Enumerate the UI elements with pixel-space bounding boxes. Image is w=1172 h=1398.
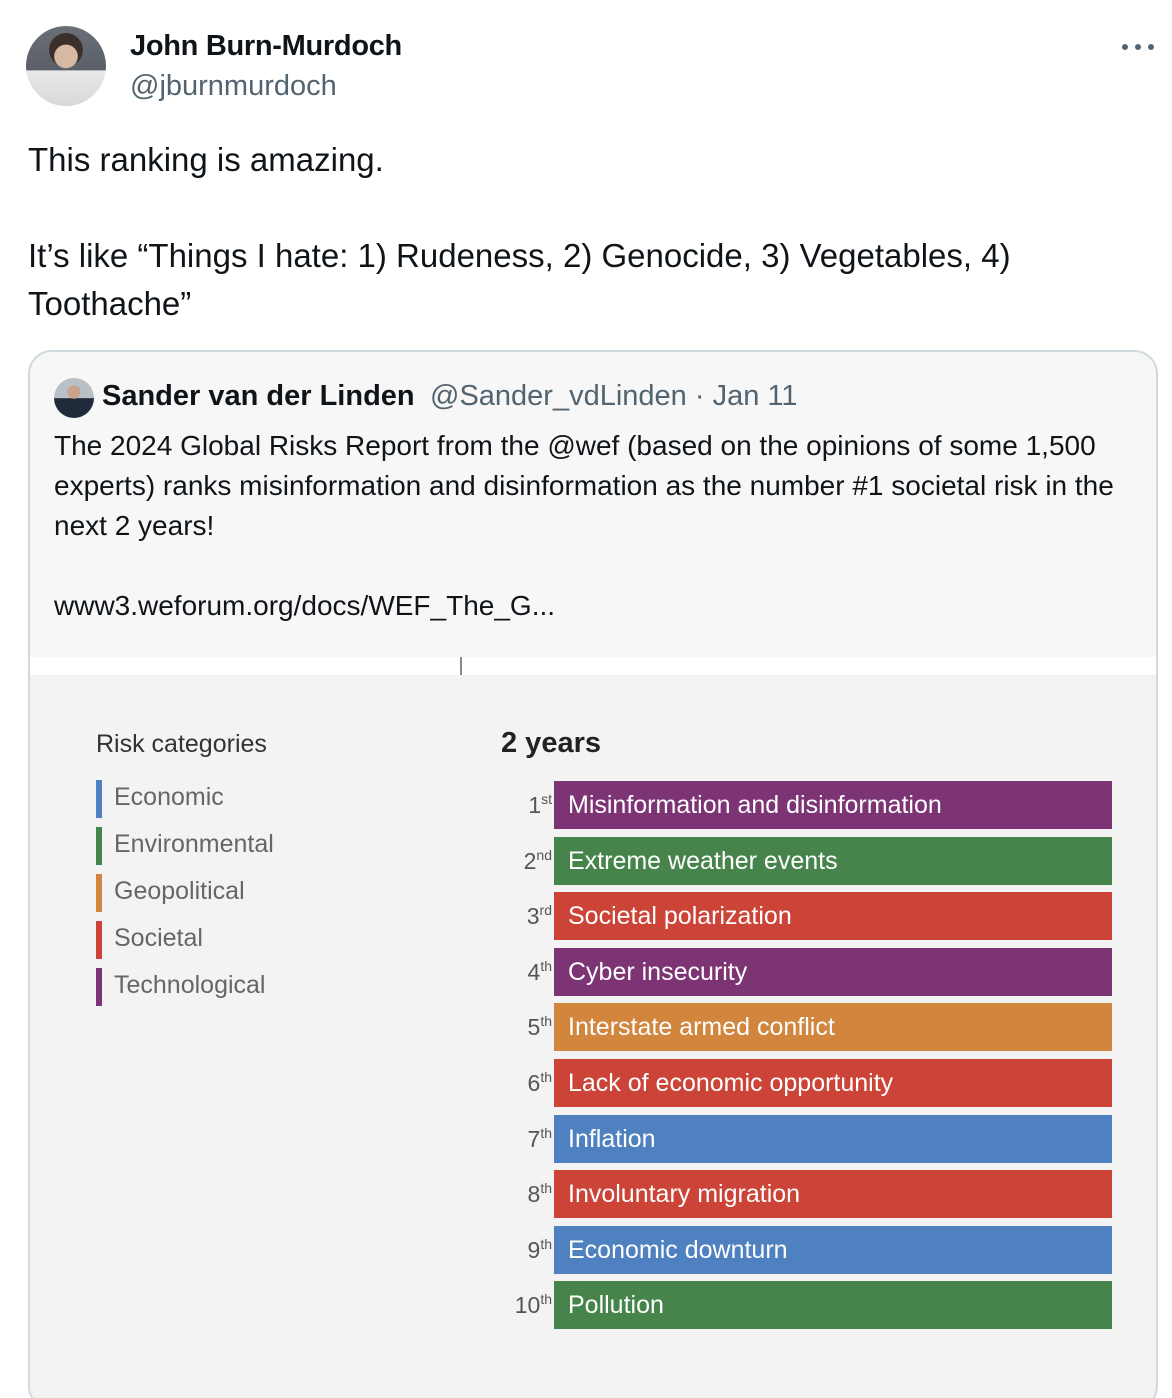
rank-bar: Misinformation and disinformation bbox=[554, 781, 1112, 829]
rank-row: 3rd Societal polarization bbox=[480, 892, 1140, 941]
rank-row: 8th Involuntary migration bbox=[480, 1170, 1140, 1219]
rank-number-value: 1 bbox=[528, 792, 542, 818]
rank-label: Cyber insecurity bbox=[568, 957, 748, 986]
quoted-tweet-text: The 2024 Global Risks Report from the @w… bbox=[54, 430, 1114, 621]
author-handle[interactable]: @jburnmurdoch bbox=[130, 70, 337, 103]
rank-number-suffix: nd bbox=[536, 846, 552, 863]
rank-label: Societal polarization bbox=[568, 902, 792, 931]
rank-label: Interstate armed conflict bbox=[568, 1013, 835, 1042]
rank-row: 10th Pollution bbox=[480, 1281, 1140, 1330]
rank-number: 3rd bbox=[527, 902, 552, 930]
rank-number-value: 3 bbox=[526, 903, 540, 930]
rank-bar: Inflation bbox=[554, 1114, 1112, 1163]
rank-bar: Extreme weather events bbox=[554, 836, 1112, 885]
rank-number: 2nd bbox=[524, 847, 552, 875]
quoted-author-avatar bbox=[54, 378, 94, 418]
quoted-author-meta: @Sander_vdLinden · Jan 11 bbox=[430, 380, 798, 412]
rank-bar: Involuntary migration bbox=[554, 1170, 1112, 1219]
rank-number-suffix: st bbox=[541, 791, 552, 807]
rank-bar: Cyber insecurity bbox=[554, 947, 1112, 996]
report-image[interactable]: Risk categories Economic Environmental Geo… bbox=[30, 657, 1156, 1398]
rank-label: Lack of economic opportunity bbox=[568, 1069, 894, 1097]
rank-row: 2nd Extreme weather events bbox=[480, 836, 1140, 885]
legend-label: Geopolitical bbox=[114, 877, 245, 905]
rank-bar: Lack of economic opportunity bbox=[554, 1059, 1112, 1107]
rank-number: 6th bbox=[528, 1069, 552, 1097]
legend-label: Environmental bbox=[114, 830, 274, 858]
rank-number: 10th bbox=[515, 1291, 552, 1319]
rank-number: 1st bbox=[528, 791, 552, 819]
rank-number-value: 9 bbox=[527, 1236, 541, 1263]
more-horizontal-icon[interactable] bbox=[1120, 30, 1156, 60]
author-name[interactable]: John Burn-Murdoch bbox=[130, 30, 402, 63]
rank-bar: Interstate armed conflict bbox=[554, 1003, 1112, 1052]
legend-swatch bbox=[96, 780, 102, 818]
rank-number-value: 8 bbox=[527, 1181, 541, 1208]
legend-label: Economic bbox=[114, 783, 224, 811]
rank-number-value: 10 bbox=[514, 1292, 541, 1319]
rank-bar: Societal polarization bbox=[554, 892, 1112, 941]
tweet-text: This ranking is amazing. It’s like “Thin… bbox=[28, 141, 1011, 322]
rank-row: 1st Misinformation and disinformation bbox=[480, 781, 1140, 829]
legend-swatch bbox=[96, 968, 102, 1006]
rank-label: Extreme weather events bbox=[568, 846, 838, 875]
legend-swatch bbox=[96, 827, 102, 865]
legend-swatch bbox=[96, 921, 102, 959]
rank-number-suffix: th bbox=[540, 1291, 552, 1308]
ranking-title: 2 years bbox=[501, 727, 601, 759]
image-top-strip bbox=[30, 657, 1156, 675]
quoted-tweet-body: Sander van der Linden @Sander_vdLinden ·… bbox=[30, 352, 1156, 657]
rank-number-suffix: rd bbox=[539, 902, 552, 919]
legend-label: Societal bbox=[114, 924, 203, 952]
rank-label: Misinformation and disinformation bbox=[568, 791, 942, 819]
rank-number-value: 2 bbox=[523, 847, 537, 874]
rank-row: 6th Lack of economic opportunity bbox=[480, 1059, 1140, 1107]
rank-row: 4th Cyber insecurity bbox=[480, 947, 1140, 996]
author-avatar[interactable] bbox=[26, 26, 106, 106]
rank-label: Inflation bbox=[568, 1124, 656, 1153]
tweet-header: John Burn-Murdoch @jburnmurdoch bbox=[26, 26, 1156, 108]
rank-bar: Economic downturn bbox=[554, 1225, 1112, 1274]
quoted-tweet[interactable]: Sander van der Linden @Sander_vdLinden ·… bbox=[28, 350, 1158, 1398]
rank-number: 5th bbox=[528, 1013, 552, 1041]
rank-number-value: 7 bbox=[527, 1125, 541, 1152]
rank-number: 4th bbox=[528, 958, 552, 986]
legend-label: Technological bbox=[114, 971, 266, 999]
rank-row: 9th Economic downturn bbox=[480, 1225, 1140, 1274]
rank-number-value: 4 bbox=[527, 958, 541, 985]
rank-number: 9th bbox=[528, 1236, 552, 1264]
legend-title: Risk categories bbox=[96, 730, 267, 758]
rank-label: Pollution bbox=[568, 1291, 664, 1320]
legend-swatch bbox=[96, 874, 102, 912]
rank-number-suffix: th bbox=[540, 1013, 552, 1030]
rank-number-suffix: th bbox=[540, 1235, 552, 1252]
rank-row: 5th Interstate armed conflict bbox=[480, 1003, 1140, 1052]
rank-number: 8th bbox=[528, 1180, 552, 1208]
rank-label: Involuntary migration bbox=[568, 1180, 801, 1209]
rank-number: 7th bbox=[528, 1125, 552, 1153]
rank-number-suffix: th bbox=[540, 1180, 552, 1197]
rank-number-value: 6 bbox=[527, 1070, 541, 1096]
rank-bar: Pollution bbox=[554, 1281, 1112, 1330]
quoted-author-name: Sander van der Linden bbox=[102, 380, 415, 412]
image-tick-mark bbox=[460, 657, 462, 675]
rank-number-value: 5 bbox=[527, 1014, 541, 1041]
rank-number-suffix: th bbox=[540, 1124, 552, 1141]
rank-label: Economic downturn bbox=[568, 1235, 788, 1264]
rank-row: 7th Inflation bbox=[480, 1114, 1140, 1163]
rank-number-suffix: th bbox=[540, 957, 552, 974]
rank-number-suffix: th bbox=[540, 1069, 552, 1085]
